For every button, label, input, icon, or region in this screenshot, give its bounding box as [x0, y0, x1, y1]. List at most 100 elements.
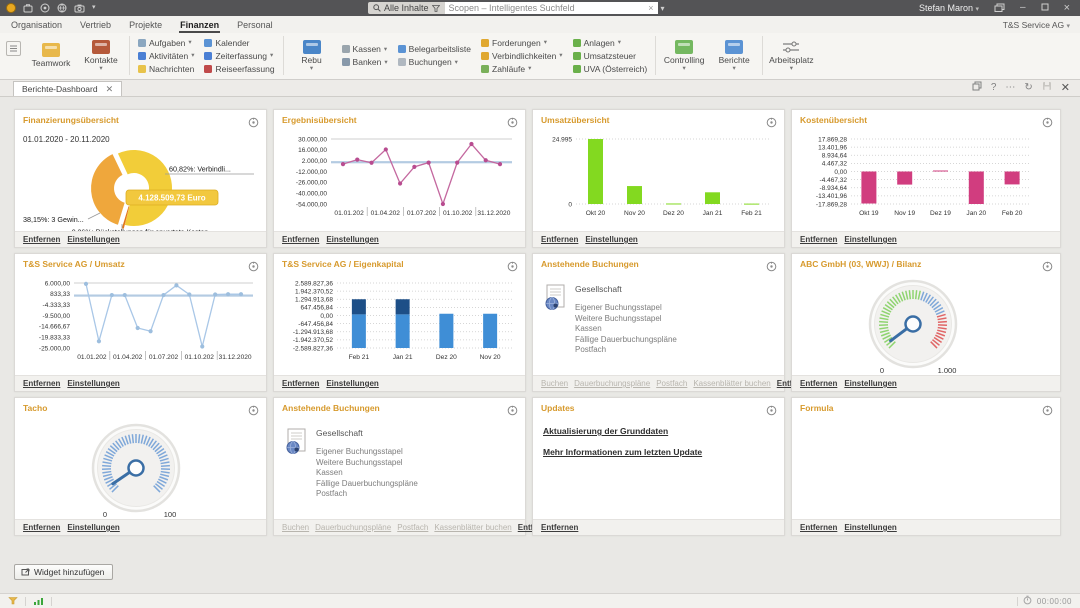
auto-refresh-icon[interactable]: [1042, 259, 1053, 277]
close-button[interactable]: ×: [1064, 3, 1070, 13]
footer-link-einstellungen[interactable]: Einstellungen: [585, 235, 637, 244]
menu-item-personal[interactable]: Personal: [236, 17, 274, 33]
footer-link-einstellungen[interactable]: Einstellungen: [844, 379, 896, 388]
refresh-icon[interactable]: ↻: [1024, 82, 1032, 93]
booking-item-postfach[interactable]: Postfach: [575, 345, 677, 356]
booking-item-f-llige-dauerbuchungspl-ne[interactable]: Fällige Dauerbuchungspläne: [575, 335, 677, 346]
booking-item-kassen[interactable]: Kassen: [316, 468, 418, 479]
ribbon-item-uva-sterreich[interactable]: UVA (Österreich): [573, 63, 648, 75]
footer-link-einstellungen[interactable]: Einstellungen: [67, 523, 119, 532]
minimize-button[interactable]: –: [1020, 3, 1026, 13]
booking-item-weitere-buchungsstapel[interactable]: Weitere Buchungsstapel: [575, 314, 677, 325]
app-logo-icon[interactable]: [6, 3, 16, 13]
footer-link-entfernen[interactable]: Entfernen: [541, 523, 578, 532]
ribbon-item-zeiterfassung[interactable]: Zeiterfassung▾: [204, 50, 274, 62]
ribbon-item-umsatzsteuer[interactable]: Umsatzsteuer: [573, 50, 648, 62]
more-options-icon[interactable]: ⋯: [1005, 82, 1015, 93]
menu-item-vertrieb[interactable]: Vertrieb: [79, 17, 112, 33]
footer-link-entfernen[interactable]: Entfernen: [23, 235, 60, 244]
ribbon-button-teamwork[interactable]: Teamwork: [26, 41, 76, 70]
booking-item-f-llige-dauerbuchungspl-ne[interactable]: Fällige Dauerbuchungspläne: [316, 479, 418, 490]
close-tab-area-icon[interactable]: ✕: [1061, 81, 1070, 94]
ribbon-item-zahl-ufe[interactable]: Zahläufe▾: [481, 63, 563, 75]
footer-link-kassenbl-tter-buchen[interactable]: Kassenblätter buchen: [693, 379, 770, 388]
footer-link-buchen[interactable]: Buchen: [541, 379, 568, 388]
ribbon-button-arbeitsplatz[interactable]: Arbeitsplatz▾: [766, 38, 816, 73]
footer-link-entfernen[interactable]: Entfernen: [282, 379, 319, 388]
auto-refresh-icon[interactable]: [507, 403, 518, 421]
footer-link-einstellungen[interactable]: Einstellungen: [67, 235, 119, 244]
ribbon-item-verbindlichkeiten[interactable]: Verbindlichkeiten▾: [481, 50, 563, 62]
record-icon[interactable]: [40, 3, 50, 13]
menu-item-finanzen[interactable]: Finanzen: [179, 17, 220, 33]
booking-item-postfach[interactable]: Postfach: [316, 489, 418, 500]
tab-close-icon[interactable]: ✕: [106, 84, 114, 95]
help-icon[interactable]: ?: [991, 82, 997, 93]
auto-refresh-icon[interactable]: [507, 259, 518, 277]
footer-link-kassenbl-tter-buchen[interactable]: Kassenblätter buchen: [434, 523, 511, 532]
save-icon[interactable]: [1042, 81, 1052, 94]
booking-item-kassen[interactable]: Kassen: [575, 324, 677, 335]
update-link-mehr-informationen-zum-letzten-update[interactable]: Mehr Informationen zum letzten Update: [543, 447, 774, 457]
footer-link-dauerbuchungspl-ne[interactable]: Dauerbuchungspläne: [574, 379, 650, 388]
search-input[interactable]: Scopen – Intelligentes Suchfeld ×: [445, 2, 658, 14]
search-scope-box[interactable]: Alle Inhalte: [368, 2, 445, 14]
ribbon-item-anlagen[interactable]: Anlagen▾: [573, 37, 648, 49]
user-menu[interactable]: Stefan Maron ▾: [919, 3, 979, 13]
footer-link-einstellungen[interactable]: Einstellungen: [844, 523, 896, 532]
ribbon-item-aufgaben[interactable]: Aufgaben▾: [138, 37, 194, 49]
tab-berichte-dashboard[interactable]: Berichte-Dashboard ✕: [13, 81, 122, 96]
connection-signal-icon[interactable]: [33, 596, 44, 607]
ribbon-button-kontakte[interactable]: Kontakte▾: [76, 38, 126, 73]
search-clear-icon[interactable]: ×: [648, 3, 653, 13]
ribbon-item-nachrichten[interactable]: Nachrichten: [138, 63, 194, 75]
ribbon-menu-icon[interactable]: [6, 41, 21, 56]
globe-icon[interactable]: [57, 3, 67, 13]
ribbon-button-controlling[interactable]: Controlling▾: [659, 38, 709, 73]
window-copy-icon[interactable]: [972, 81, 982, 94]
auto-refresh-icon[interactable]: [248, 403, 259, 421]
ribbon-button-berichte[interactable]: Berichte▾: [709, 38, 759, 73]
briefcase-icon[interactable]: [23, 3, 33, 13]
company-selector[interactable]: T&S Service AG ▾: [1003, 20, 1070, 33]
add-widget-button[interactable]: Widget hinzufügen: [14, 564, 113, 580]
footer-link-postfach[interactable]: Postfach: [656, 379, 687, 388]
booking-item-eigener-buchungsstapel[interactable]: Eigener Buchungsstapel: [575, 303, 677, 314]
ribbon-item-kassen[interactable]: Kassen▾: [342, 43, 388, 55]
filter-funnel-icon[interactable]: [432, 5, 440, 12]
ribbon-item-aktivit-ten[interactable]: Aktivitäten▾: [138, 50, 194, 62]
footer-link-entfernen[interactable]: Entfernen: [800, 379, 837, 388]
auto-refresh-icon[interactable]: [248, 259, 259, 277]
booking-item-weitere-buchungsstapel[interactable]: Weitere Buchungsstapel: [316, 458, 418, 469]
footer-link-entfernen[interactable]: Entfernen: [541, 235, 578, 244]
auto-refresh-icon[interactable]: [507, 115, 518, 133]
maximize-button[interactable]: [1041, 3, 1049, 13]
auto-refresh-icon[interactable]: [1042, 403, 1053, 421]
footer-link-einstellungen[interactable]: Einstellungen: [67, 379, 119, 388]
auto-refresh-icon[interactable]: [248, 115, 259, 133]
auto-refresh-icon[interactable]: [766, 259, 777, 277]
ribbon-item-belegarbeitsliste[interactable]: Belegarbeitsliste: [398, 43, 471, 55]
footer-link-postfach[interactable]: Postfach: [397, 523, 428, 532]
footer-link-entfernen[interactable]: Entfernen: [800, 235, 837, 244]
footer-link-entfernen[interactable]: Entfernen: [282, 235, 319, 244]
ribbon-item-reiseerfassung[interactable]: Reiseerfassung: [204, 63, 274, 75]
footer-link-dauerbuchungspl-ne[interactable]: Dauerbuchungspläne: [315, 523, 391, 532]
menu-item-organisation[interactable]: Organisation: [10, 17, 63, 33]
footer-link-entfernen[interactable]: Entfernen: [23, 379, 60, 388]
search-dropdown-icon[interactable]: ▾: [661, 4, 665, 13]
footer-link-einstellungen[interactable]: Einstellungen: [326, 379, 378, 388]
auto-refresh-icon[interactable]: [1042, 115, 1053, 133]
footer-link-einstellungen[interactable]: Einstellungen: [844, 235, 896, 244]
menu-item-projekte[interactable]: Projekte: [128, 17, 163, 33]
auto-refresh-icon[interactable]: [766, 115, 777, 133]
status-filter-icon[interactable]: [8, 596, 18, 607]
update-link-aktualisierung-der-grunddaten[interactable]: Aktualisierung der Grunddaten: [543, 426, 774, 436]
ribbon-item-kalender[interactable]: Kalender: [204, 37, 274, 49]
ribbon-item-forderungen[interactable]: Forderungen▾: [481, 37, 563, 49]
footer-link-buchen[interactable]: Buchen: [282, 523, 309, 532]
auto-refresh-icon[interactable]: [766, 403, 777, 421]
ribbon-item-buchungen[interactable]: Buchungen▾: [398, 56, 471, 68]
ribbon-item-banken[interactable]: Banken▾: [342, 56, 388, 68]
window-switch-icon[interactable]: [994, 3, 1005, 14]
